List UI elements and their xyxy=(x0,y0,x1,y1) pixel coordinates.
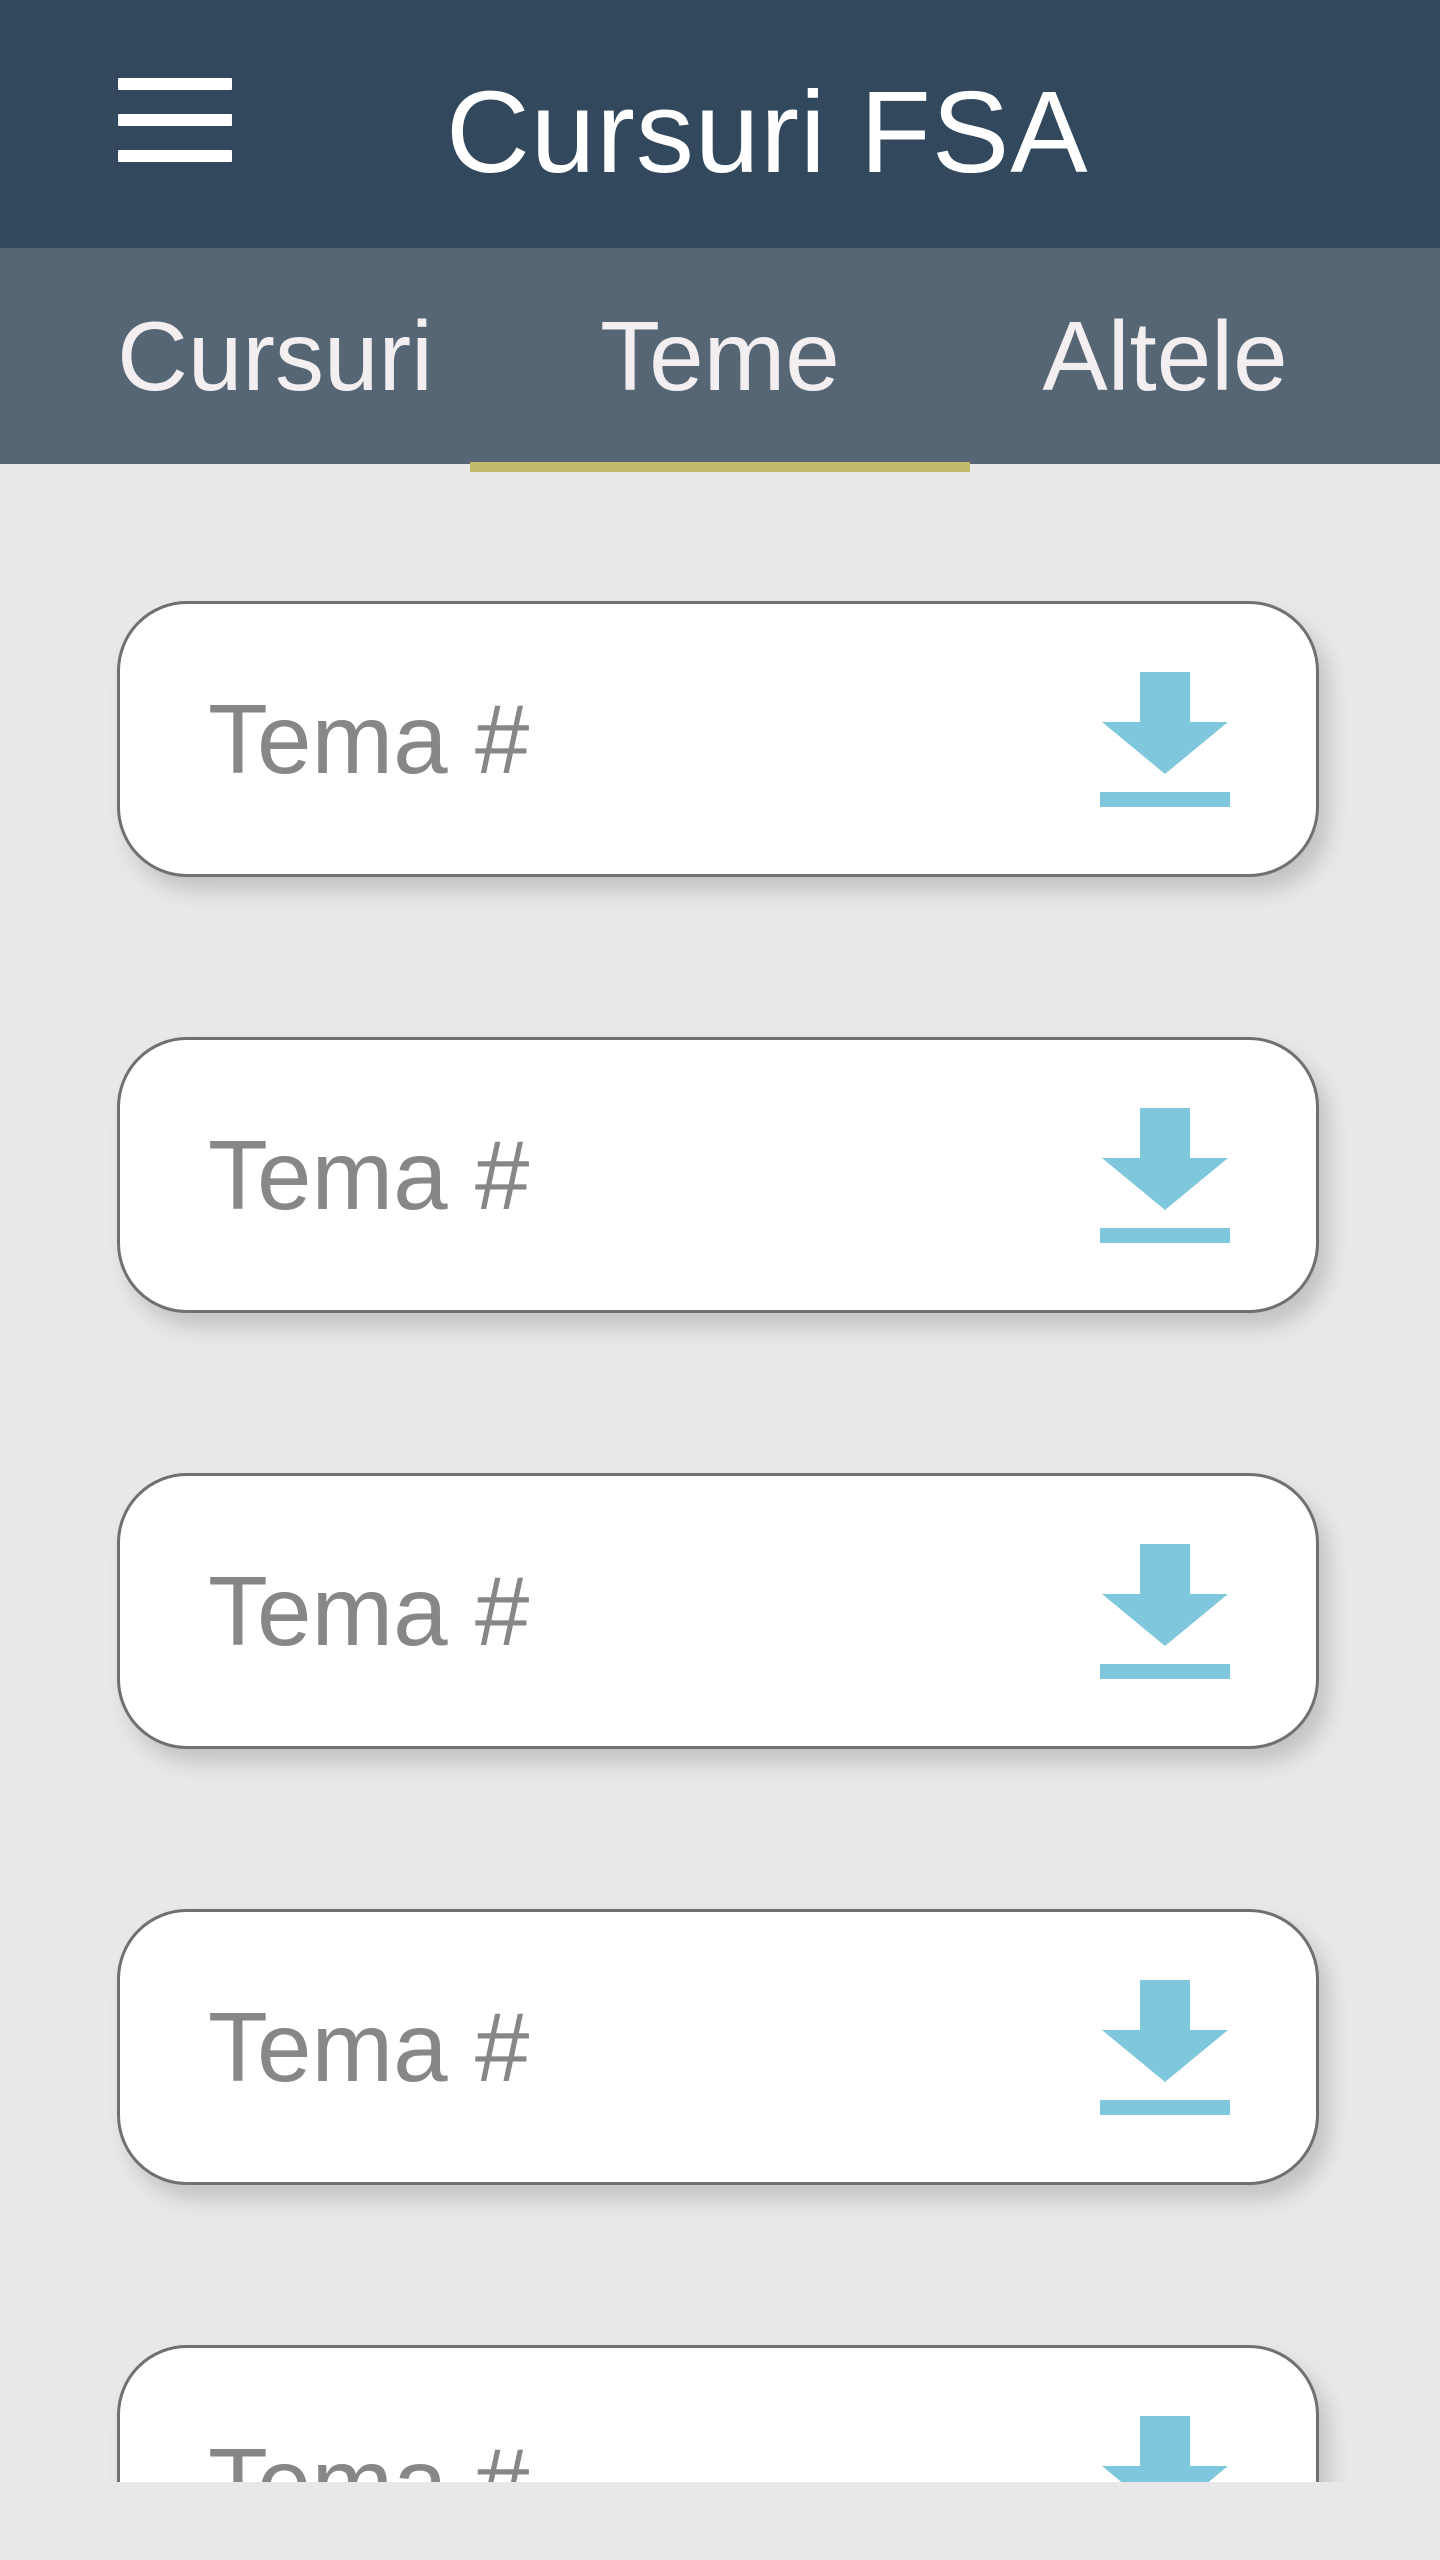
download-icon[interactable] xyxy=(1100,1108,1230,1244)
bottom-spacer xyxy=(0,2482,1440,2560)
list-item[interactable]: Tema # xyxy=(117,601,1319,877)
list-item[interactable]: Tema # xyxy=(117,1909,1319,2185)
assignment-list[interactable]: Tema # Tema # Tema # Tema # Tema # xyxy=(0,472,1440,2482)
item-label: Tema # xyxy=(208,1991,530,2102)
selected-tab-indicator xyxy=(470,462,970,472)
download-icon[interactable] xyxy=(1100,1980,1230,2116)
download-icon[interactable] xyxy=(1100,672,1230,808)
list-item[interactable]: Tema # xyxy=(117,1473,1319,1749)
tab-cursuri[interactable]: Cursuri xyxy=(90,248,460,464)
download-icon[interactable] xyxy=(1100,1544,1230,1680)
download-icon[interactable] xyxy=(1100,2416,1230,2482)
item-label: Tema # xyxy=(208,683,530,794)
tab-altele[interactable]: Altele xyxy=(1010,248,1320,464)
tab-bar: Cursuri Teme Altele xyxy=(0,248,1440,464)
tab-teme[interactable]: Teme xyxy=(470,248,970,464)
item-label: Tema # xyxy=(208,2348,529,2483)
app-title: Cursuri FSA xyxy=(446,67,1089,197)
hamburger-menu-icon[interactable] xyxy=(118,78,232,162)
app-bar: Cursuri FSA xyxy=(0,0,1440,248)
item-label: Tema # xyxy=(208,1555,530,1666)
item-label: Tema # xyxy=(208,1119,530,1230)
list-item[interactable]: Tema # xyxy=(117,2345,1319,2482)
list-item[interactable]: Tema # xyxy=(117,1037,1319,1313)
